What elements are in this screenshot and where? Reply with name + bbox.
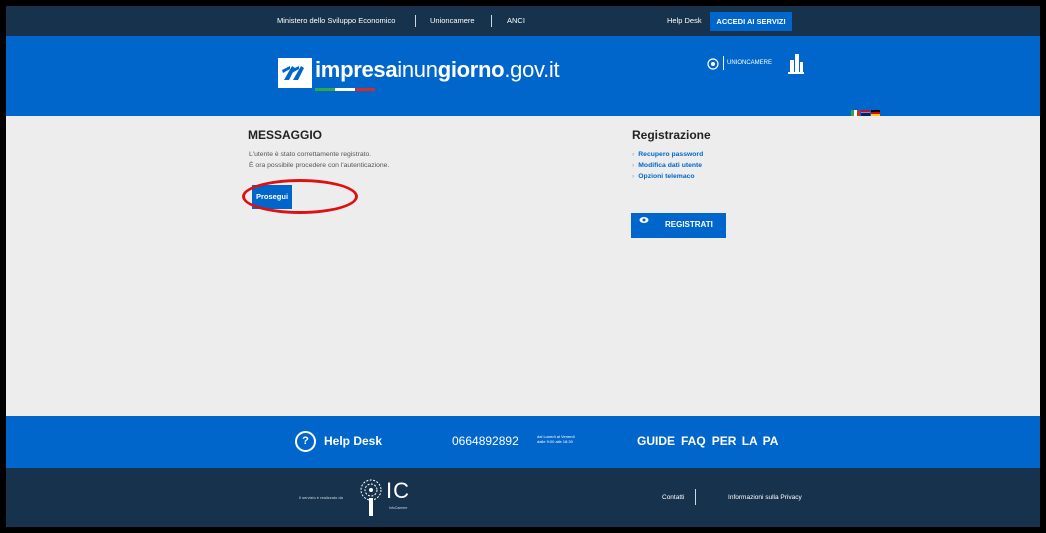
registration-links: › Recupero password › Modifica dati utente…: [632, 149, 703, 182]
unioncamere-logo-text: UNIONCAMERE: [727, 60, 773, 66]
link-guide[interactable]: GUIDE: [637, 434, 675, 448]
divider: [695, 489, 696, 505]
infocamere-tree-icon: [360, 479, 382, 516]
link-ministry[interactable]: Ministero dello Sviluppo Economico: [277, 6, 395, 36]
footer-helpdesk-bar: ? Help Desk 0664892892 dal Lunedì al Ven…: [6, 416, 1040, 468]
link-label: Opzioni telemaco: [638, 173, 695, 180]
highlight-circle: [242, 179, 358, 214]
link-label: Modifica dati utente: [638, 162, 703, 169]
registrati-button[interactable]: REGISTRATI: [631, 213, 726, 238]
unioncamere-emblem-icon: [707, 58, 719, 70]
link-helpdesk[interactable]: Help Desk: [667, 6, 702, 36]
message-line-2: È ora possibile procedere con l'autentic…: [249, 162, 390, 169]
message-text: L'utente è stato correttamente registrat…: [249, 149, 389, 171]
link-label: Recupero password: [638, 151, 704, 158]
anci-building-icon: [788, 54, 804, 74]
message-title: MESSAGGIO: [248, 128, 323, 142]
link-telemaco-options[interactable]: › Opzioni telemaco: [632, 171, 703, 182]
credit-text: Il servizio è realizzato da: [299, 495, 343, 500]
chevron-right-icon: ›: [632, 162, 635, 169]
registration-title: Registrazione: [632, 128, 711, 142]
infocamere-logo[interactable]: IC: [386, 478, 410, 504]
access-services-button[interactable]: ACCEDI AI SERVIZI: [710, 12, 792, 31]
browser-page: Ministero dello Sviluppo Economico Union…: [6, 6, 1040, 527]
message-line-1: L'utente è stato correttamente registrat…: [249, 151, 372, 158]
link-unioncamere[interactable]: Unioncamere: [430, 6, 475, 36]
help-question-icon[interactable]: ?: [295, 431, 316, 452]
hours-line-2: dalle 9:00 alle 18:30: [537, 439, 573, 444]
logo-word-govit: .gov.it: [504, 57, 560, 82]
italian-flag-stripe: [315, 88, 375, 91]
divider: [491, 15, 492, 27]
chevron-right-icon: ›: [632, 173, 635, 180]
infocamere-subtitle: InfoCamere: [389, 506, 408, 510]
link-recover-password[interactable]: › Recupero password: [632, 149, 703, 160]
logo-word-giorno: giorno: [437, 57, 505, 82]
site-header: impresainungiorno.gov.it UNIONCAMERE: [6, 36, 1040, 116]
helpdesk-phone: 0664892892: [452, 434, 519, 448]
logo-word-impresa: impresa: [315, 57, 398, 82]
site-logo-text[interactable]: impresainungiorno.gov.it: [315, 57, 560, 83]
link-per-la-pa[interactable]: PER LA PA: [712, 434, 779, 448]
registrati-label: REGISTRATI: [665, 220, 713, 229]
link-anci[interactable]: ANCI: [507, 6, 525, 36]
top-bar: Ministero dello Sviluppo Economico Union…: [6, 6, 1040, 36]
link-edit-user-data[interactable]: › Modifica dati utente: [632, 160, 703, 171]
eye-icon: [639, 217, 649, 223]
footer-legal-links: Contatti Informazioni sulla Privacy: [662, 494, 802, 501]
chevron-right-icon: ›: [632, 151, 635, 158]
link-contacts[interactable]: Contatti: [662, 494, 684, 501]
footer-bottom: Il servizio è realizzato da IC InfoCamer…: [6, 468, 1040, 527]
main-content: MESSAGGIO L'utente è stato correttamente…: [6, 116, 1040, 416]
logo-word-inun: inun: [397, 57, 438, 82]
helpdesk-hours: dal Lunedì al Venerdì dalle 9:00 alle 18…: [537, 434, 575, 444]
link-faq[interactable]: FAQ: [681, 434, 706, 448]
helpdesk-label[interactable]: Help Desk: [324, 434, 382, 448]
site-logo-icon[interactable]: [278, 58, 312, 88]
footer-nav: GUIDE FAQ PER LA PA: [637, 434, 784, 448]
divider: [415, 15, 416, 27]
divider: [723, 56, 724, 70]
link-privacy[interactable]: Informazioni sulla Privacy: [728, 494, 802, 501]
